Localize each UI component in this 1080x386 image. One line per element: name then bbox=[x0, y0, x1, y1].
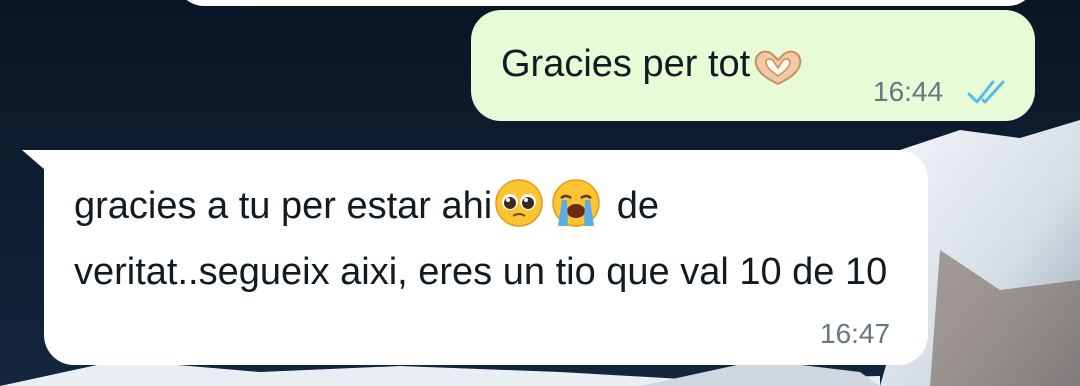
outgoing-message-time: 16:44 bbox=[873, 76, 944, 107]
outgoing-message-text: Gracies per tot bbox=[501, 36, 806, 102]
pleading-face-icon bbox=[494, 178, 544, 244]
incoming-message-text: gracies a tu per estar ahi de veritat..s… bbox=[74, 178, 904, 300]
outgoing-message-bubble[interactable]: Gracies per tot 16:44 bbox=[471, 10, 1035, 121]
incoming-message-bubble[interactable]: gracies a tu per estar ahi de veritat..s… bbox=[44, 150, 928, 365]
loudly-crying-face-icon bbox=[548, 178, 604, 244]
heart-hands-icon bbox=[752, 46, 804, 102]
read-double-check-icon bbox=[965, 78, 1011, 113]
outgoing-message-body: Gracies per tot bbox=[501, 43, 751, 85]
previous-message-bubble[interactable] bbox=[176, 0, 1036, 6]
incoming-message-part1: gracies a tu per estar ahi bbox=[74, 185, 493, 227]
incoming-message-time: 16:47 bbox=[820, 318, 891, 349]
